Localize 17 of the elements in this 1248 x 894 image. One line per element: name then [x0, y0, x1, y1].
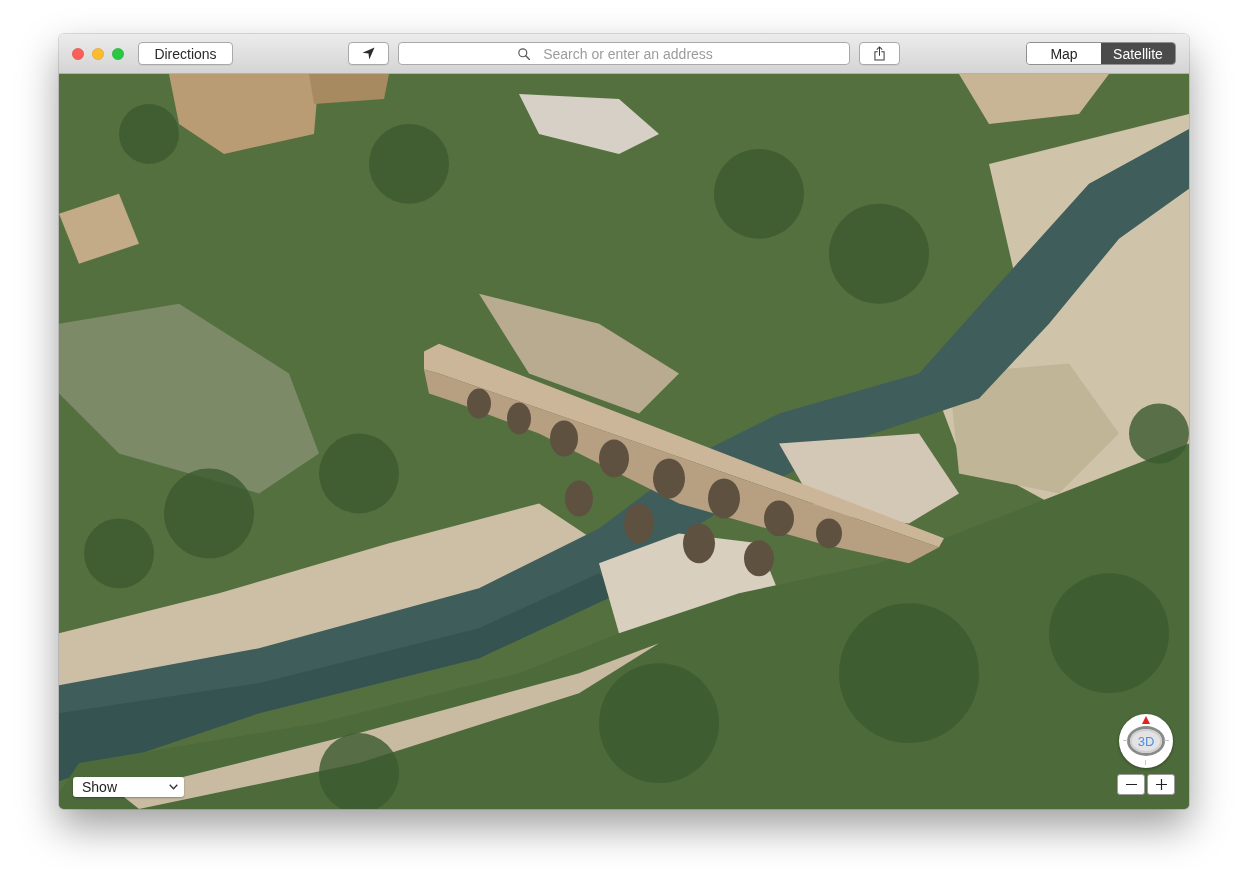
current-location-button[interactable] [348, 42, 389, 65]
map-mode-tab[interactable]: Map [1027, 43, 1101, 64]
chevron-icon [169, 784, 178, 790]
location-arrow-icon [362, 47, 375, 60]
map-mode-tab[interactable]: Satellite [1101, 43, 1175, 64]
plus-icon [1155, 779, 1167, 790]
north-indicator-icon [1142, 716, 1150, 724]
share-button[interactable] [859, 42, 900, 65]
zoom-out-button[interactable] [1117, 774, 1145, 795]
close-icon[interactable] [72, 47, 84, 60]
zoom-in-button[interactable] [1147, 774, 1175, 795]
search-field[interactable]: Search or enter an address [398, 42, 850, 65]
share-icon [874, 46, 885, 61]
fullscreen-icon[interactable] [112, 47, 124, 60]
show-dropdown[interactable]: Show [73, 777, 184, 797]
search-icon [518, 48, 530, 60]
directions-button[interactable]: Directions [138, 42, 233, 65]
